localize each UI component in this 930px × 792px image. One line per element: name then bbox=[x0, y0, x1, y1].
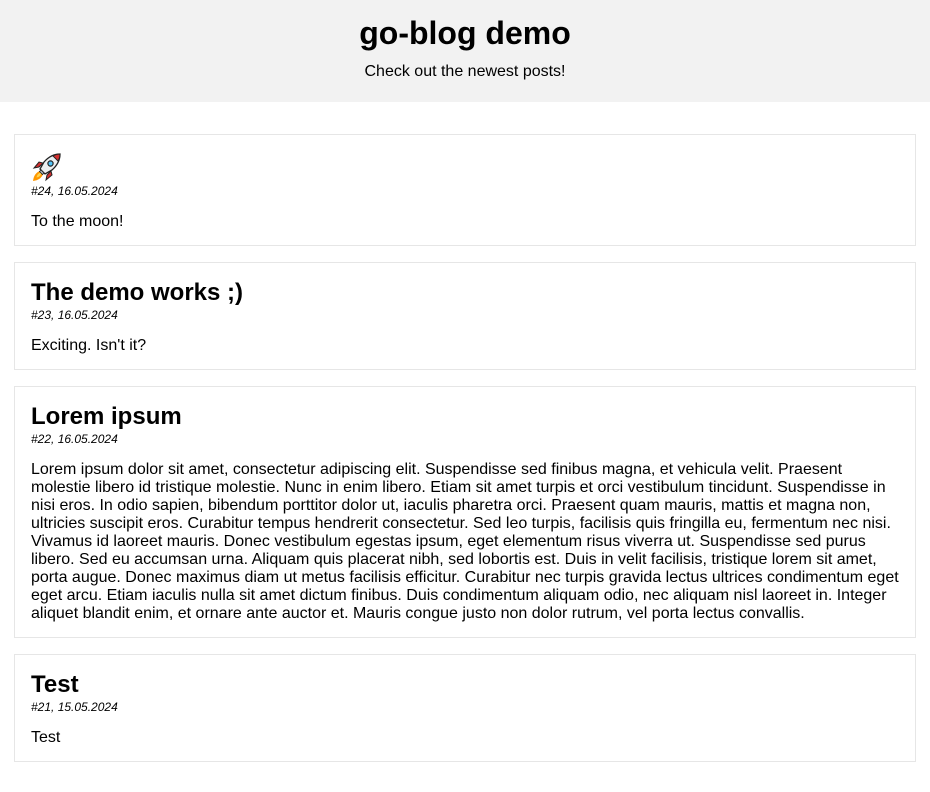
post-card: Test #21, 15.05.2024 Test bbox=[14, 654, 916, 762]
post-title: Test bbox=[31, 671, 79, 698]
post-title: The demo works ;) bbox=[31, 279, 244, 306]
post-meta: #21, 15.05.2024 bbox=[31, 700, 118, 714]
post-body: Test bbox=[31, 729, 61, 746]
post-list: #24, 16.05.2024 To the moon! The demo wo… bbox=[0, 102, 930, 762]
site-title: go-blog demo bbox=[359, 15, 571, 51]
post-body: To the moon! bbox=[31, 213, 124, 230]
post-meta: #23, 16.05.2024 bbox=[31, 308, 118, 322]
post-title: Lorem ipsum bbox=[31, 403, 182, 430]
post-body: Exciting. Isn't it? bbox=[31, 337, 147, 354]
post-card: #24, 16.05.2024 To the moon! bbox=[14, 134, 916, 246]
post-title-icon bbox=[31, 151, 899, 183]
post-card: The demo works ;) #23, 16.05.2024 Exciti… bbox=[14, 262, 916, 370]
post-body: Lorem ipsum dolor sit amet, consectetur … bbox=[31, 461, 899, 622]
rocket-icon bbox=[32, 153, 61, 182]
post-meta: #22, 16.05.2024 bbox=[31, 432, 118, 446]
post-meta: #24, 16.05.2024 bbox=[31, 184, 118, 198]
site-subtitle: Check out the newest posts! bbox=[364, 63, 566, 80]
post-card: Lorem ipsum #22, 16.05.2024 Lorem ipsum … bbox=[14, 386, 916, 638]
site-header: go-blog demo Check out the newest posts! bbox=[0, 0, 930, 102]
